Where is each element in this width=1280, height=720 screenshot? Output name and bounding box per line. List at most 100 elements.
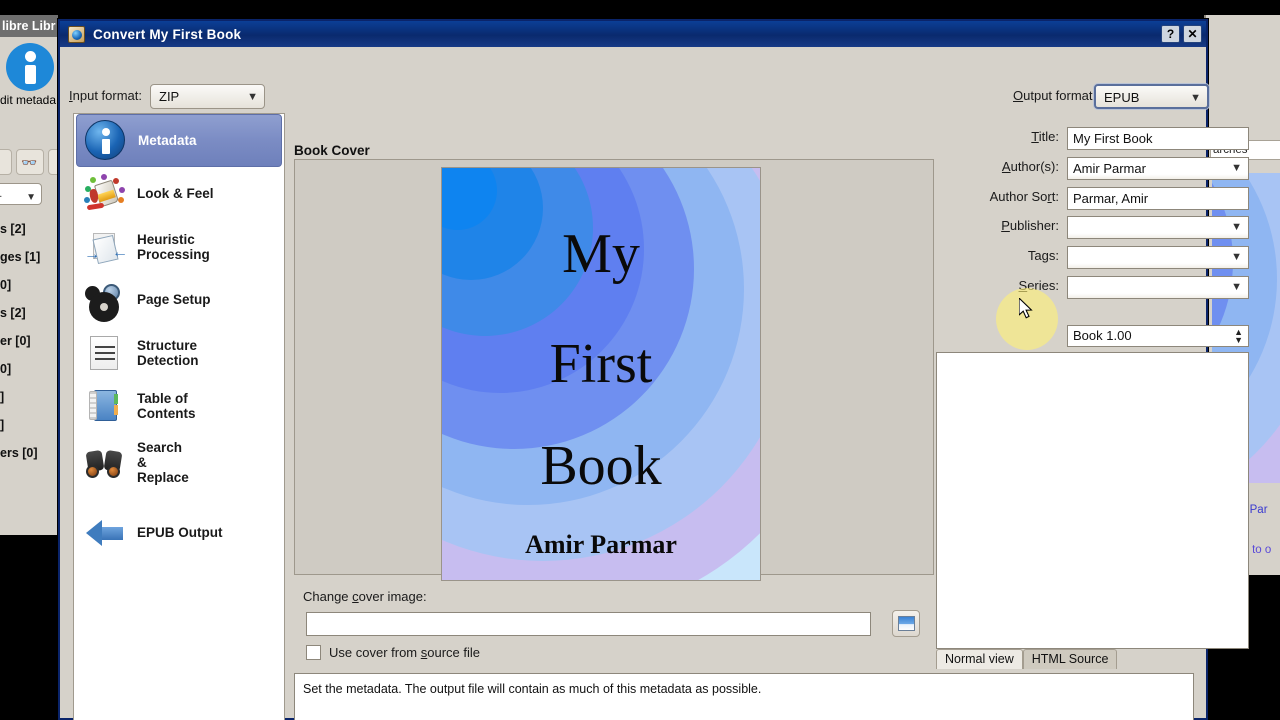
tags-label: Tags:	[1027, 248, 1059, 263]
sidebar-item-table-of-contents[interactable]: Table of Contents	[76, 379, 282, 432]
output-format-select[interactable]: EPUB ▼	[1094, 84, 1209, 109]
list-item[interactable]: ges [1]	[0, 243, 58, 271]
screen: libre Libr dit metada 👓 0... ▼ s [2] ges…	[0, 0, 1280, 720]
cover-title-line: Book	[540, 435, 662, 497]
tab-normal-view[interactable]: Normal view	[936, 649, 1023, 669]
book-cover-frame: My First Book Amir Parmar	[294, 159, 934, 581]
output-format-value: EPUB	[1104, 90, 1140, 105]
dialog-title: Convert My First Book	[93, 26, 242, 42]
background-binoculars-icon: 👓	[21, 155, 38, 170]
background-toolbar-button-1[interactable]	[0, 149, 12, 175]
convert-dialog: Convert My First Book ? ✕ Input format: …	[58, 19, 1249, 720]
series-field[interactable]: ▼	[1067, 276, 1249, 299]
background-search-combo[interactable]: 0... ▼	[0, 183, 42, 205]
list-item[interactable]: ]	[0, 411, 58, 439]
background-toolbar-button-3[interactable]	[48, 149, 58, 175]
document-lines-icon	[84, 332, 126, 374]
comments-editor[interactable]	[936, 352, 1249, 649]
browse-cover-button[interactable]	[892, 610, 920, 637]
background-search-combo-value: 0...	[0, 188, 2, 200]
help-text: Set the metadata. The output file will c…	[303, 682, 762, 696]
sidebar-item-heuristic-processing[interactable]: → ← Heuristic Processing	[76, 220, 282, 273]
background-calibre-window-left: libre Libr dit metada 👓 0... ▼ s [2] ges…	[0, 15, 58, 535]
help-panel: Set the metadata. The output file will c…	[294, 673, 1194, 720]
chevron-down-icon: ▼	[1231, 162, 1242, 174]
use-cover-checkbox[interactable]	[306, 645, 321, 660]
author-sort-label: Author Sort:	[989, 189, 1059, 204]
sidebar-item-structure-detection[interactable]: Structure Detection	[76, 326, 282, 379]
chevron-down-icon: ▼	[1231, 251, 1242, 263]
publisher-field[interactable]: ▼	[1067, 216, 1249, 239]
close-button[interactable]: ✕	[1183, 25, 1202, 43]
title-label: Title:	[1031, 129, 1059, 144]
sidebar-item-label: Structure Detection	[137, 337, 199, 368]
series-label: Series:	[1018, 278, 1059, 293]
cover-path-input[interactable]	[306, 612, 871, 636]
notebook-icon	[84, 385, 126, 427]
input-format-label: Input format:	[69, 88, 142, 103]
sidebar-item-label: Table of Contents	[137, 390, 196, 421]
list-item[interactable]: ers [0]	[0, 439, 58, 467]
use-cover-from-source-row[interactable]: Use cover from source file	[306, 645, 480, 660]
title-field[interactable]: My First Book	[1067, 127, 1249, 150]
authors-label: Author(s):	[1001, 159, 1059, 174]
back-arrow-icon	[84, 512, 126, 554]
input-format-select[interactable]: ZIP ▼	[150, 84, 265, 109]
sidebar-item-label: Look & Feel	[137, 186, 214, 201]
settings-nav-list[interactable]: Metadata Look & Feel → ← Heuristic Proce…	[73, 113, 285, 720]
chevron-down-icon: ▼	[1190, 92, 1201, 104]
chevron-down-icon: ▼	[1231, 221, 1242, 233]
spinner-arrows-icon[interactable]: ▲ ▼	[1234, 328, 1243, 345]
gears-icon	[84, 279, 126, 321]
image-browse-icon	[898, 616, 915, 631]
background-tag-browser-list[interactable]: s [2] ges [1] 0] s [2] er [0] 0] ] ] ers…	[0, 215, 58, 467]
cover-title-line: My	[562, 223, 640, 285]
chevron-down-icon: ▼	[247, 91, 258, 103]
sidebar-item-label: Metadata	[138, 133, 197, 148]
comments-view-tabs[interactable]: Normal view HTML Source	[936, 649, 1118, 669]
series-index-value: Book 1.00	[1073, 328, 1132, 343]
book-cover-image[interactable]: My First Book Amir Parmar	[441, 167, 761, 581]
cover-title-line: First	[549, 333, 653, 395]
info-circle-icon	[85, 119, 127, 162]
rotating-page-icon: → ←	[84, 226, 128, 268]
window-controls: ? ✕	[1161, 25, 1202, 43]
chevron-down-icon: ▼	[1231, 281, 1242, 293]
sidebar-item-label: Search & Replace	[137, 439, 189, 485]
background-window-title: libre Libr	[0, 15, 58, 37]
sidebar-item-label: Heuristic Processing	[137, 231, 210, 262]
sidebar-item-search-and-replace[interactable]: Search & Replace	[76, 432, 282, 492]
list-item[interactable]: 0]	[0, 355, 58, 383]
book-cover-section-label: Book Cover	[294, 143, 370, 158]
series-index-spinner[interactable]: Book 1.00 ▲ ▼	[1067, 325, 1249, 347]
authors-value: Amir Parmar	[1073, 161, 1146, 176]
use-cover-label: Use cover from source file	[329, 645, 480, 660]
dialog-body: Input format: ZIP ▼ Output format: EPUB …	[60, 47, 1249, 720]
background-edit-metadata-label: dit metada	[0, 93, 57, 107]
sidebar-item-epub-output[interactable]: EPUB Output	[76, 506, 282, 559]
sidebar-item-metadata[interactable]: Metadata	[76, 114, 282, 167]
input-format-value: ZIP	[159, 89, 180, 104]
paint-bucket-icon	[84, 173, 126, 215]
authors-field[interactable]: Amir Parmar ▼	[1067, 157, 1249, 180]
list-item[interactable]: s [2]	[0, 215, 58, 243]
book-cover-text: My First Book Amir Parmar	[442, 168, 760, 580]
calibre-app-icon	[68, 25, 85, 43]
list-item[interactable]: s [2]	[0, 299, 58, 327]
publisher-label: Publisher:	[1001, 218, 1059, 233]
list-item[interactable]: ]	[0, 383, 58, 411]
tags-field[interactable]: ▼	[1067, 246, 1249, 269]
background-info-icon	[6, 43, 54, 91]
tab-html-source[interactable]: HTML Source	[1022, 649, 1118, 669]
help-button[interactable]: ?	[1161, 25, 1180, 43]
binoculars-icon	[84, 441, 126, 483]
list-item[interactable]: er [0]	[0, 327, 58, 355]
list-item[interactable]: 0]	[0, 271, 58, 299]
output-format-label: Output format:	[1013, 88, 1097, 103]
author-sort-field[interactable]: Parmar, Amir	[1067, 187, 1249, 210]
dialog-titlebar[interactable]: Convert My First Book ? ✕	[60, 21, 1206, 47]
cover-author: Amir Parmar	[525, 530, 677, 559]
sidebar-item-page-setup[interactable]: Page Setup	[76, 273, 282, 326]
sidebar-item-look-and-feel[interactable]: Look & Feel	[76, 167, 282, 220]
sidebar-item-label: Page Setup	[137, 292, 211, 307]
